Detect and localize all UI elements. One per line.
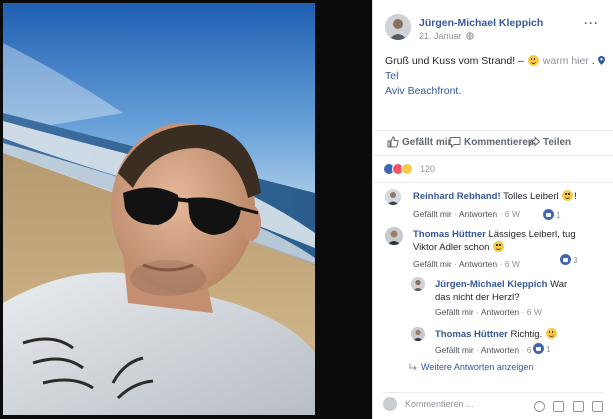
more-replies-link[interactable]: Weitere Antworten anzeigen xyxy=(409,362,533,372)
post-feeling: warm hier xyxy=(542,55,589,67)
comment-body: Thomas Hüttner Lässiges Leiberl, tug Vik… xyxy=(413,228,588,254)
separator: · xyxy=(454,259,457,269)
reply-text: Richtig. xyxy=(510,329,543,340)
location-pin-icon xyxy=(597,56,605,65)
gif-icon[interactable] xyxy=(572,401,584,412)
share-button[interactable]: Teilen xyxy=(528,136,571,148)
grin-emoji-icon xyxy=(562,190,574,201)
sticker-icon[interactable] xyxy=(592,401,603,412)
reply-author[interactable]: Jürgen-Michael Kleppich xyxy=(435,279,547,290)
reply-like-link[interactable]: Gefällt mir xyxy=(435,307,474,317)
more-replies-label: Weitere Antworten anzeigen xyxy=(421,362,534,372)
comment-author[interactable]: Reinhard Rebhand! xyxy=(413,191,501,202)
comment-text: Tolles Leiberl xyxy=(503,191,559,202)
post-actions-bar: Gefällt mir Kommentieren Teilen xyxy=(373,130,613,156)
grin-emoji-icon xyxy=(493,241,505,252)
post-location-link[interactable]: Tel Aviv Beachfront. xyxy=(385,70,461,97)
thumbs-up-icon xyxy=(387,136,399,148)
post-photo[interactable] xyxy=(3,3,315,415)
reply-age: 6 W xyxy=(526,307,542,317)
comment-item: Reinhard Rebhand! Tolles Leiberl ! Gefäl… xyxy=(385,189,605,225)
emoji-picker-icon[interactable] xyxy=(533,401,545,412)
reply-reply-link[interactable]: Antworten xyxy=(481,345,519,355)
reply-author[interactable]: Thomas Hüttner xyxy=(435,329,508,340)
reply-reply-link[interactable]: Antworten xyxy=(481,307,519,317)
like-button[interactable]: Gefällt mir xyxy=(387,136,451,148)
author-name[interactable]: Jürgen-Michael Kleppich xyxy=(419,17,543,29)
thumbs-up-icon xyxy=(543,209,554,220)
like-label: Gefällt mir xyxy=(402,137,452,148)
reaction-count: 120 xyxy=(420,164,436,174)
share-arrow-icon xyxy=(528,136,541,147)
comment-age: 6 W xyxy=(504,259,520,269)
thumbs-up-icon xyxy=(560,254,571,265)
commenter-avatar[interactable] xyxy=(385,189,401,205)
beach-selfie-image xyxy=(3,3,315,415)
thumbs-up-icon xyxy=(533,343,544,354)
reply-body: Thomas Hüttner Richtig. xyxy=(435,328,585,341)
reply-like-link[interactable]: Gefällt mir xyxy=(435,345,474,355)
comment-label: Kommentieren xyxy=(464,137,535,148)
post-header: Jürgen-Michael Kleppich 21. Januar ··· xyxy=(385,14,603,46)
comment-button[interactable]: Kommentieren xyxy=(449,136,535,149)
comment-like-number: 3 xyxy=(573,256,578,265)
comment-input[interactable] xyxy=(405,396,515,412)
share-label: Teilen xyxy=(543,137,572,148)
more-options-icon[interactable]: ··· xyxy=(584,16,599,30)
comment-item: Thomas Hüttner Lässiges Leiberl, tug Vik… xyxy=(385,227,605,271)
comment-links: Gefällt mir · Antworten · 6 W xyxy=(413,259,520,269)
post-panel: Jürgen-Michael Kleppich 21. Januar ··· G… xyxy=(372,0,613,419)
post-message: Gruß und Kuss vom Strand! – xyxy=(385,55,524,67)
comment-reply-link[interactable]: Antworten xyxy=(459,259,497,269)
grin-emoji-icon xyxy=(545,328,557,339)
commenter-avatar[interactable] xyxy=(385,227,403,245)
replier-avatar[interactable] xyxy=(411,277,425,291)
composer-tools xyxy=(530,399,603,412)
reply-body: Jürgen-Michael Kleppich War das nicht de… xyxy=(435,278,585,304)
reply-links: Gefällt mir · Antworten · 6 W xyxy=(435,307,542,317)
separator: · xyxy=(499,259,503,269)
comment-like-link[interactable]: Gefällt mir xyxy=(413,259,452,269)
reply-item: Jürgen-Michael Kleppich War das nicht de… xyxy=(411,277,606,317)
comment-composer xyxy=(383,392,603,412)
reply-links: Gefällt mir · Antworten · 6 W xyxy=(435,345,542,355)
viewer-avatar xyxy=(383,397,397,411)
comment-like-link[interactable]: Gefällt mir xyxy=(413,209,452,219)
separator: · xyxy=(521,345,525,355)
separator: · xyxy=(521,307,525,317)
reply-arrow-icon xyxy=(409,363,417,371)
haha-reaction-icon xyxy=(401,163,413,175)
photo-viewer xyxy=(0,0,372,419)
comment-like-count[interactable]: 3 xyxy=(560,254,578,265)
smiley-icon xyxy=(527,55,539,66)
comment-like-count[interactable]: 1 xyxy=(543,209,561,220)
separator: · xyxy=(476,307,479,317)
separator: · xyxy=(499,209,503,219)
separator: · xyxy=(476,345,479,355)
location-separator: . xyxy=(591,55,595,67)
location-part-1: Tel xyxy=(385,70,399,82)
globe-icon xyxy=(464,31,474,41)
location-part-2: Aviv Beachfront. xyxy=(385,85,462,97)
comments-section: Reinhard Rebhand! Tolles Leiberl ! Gefäl… xyxy=(373,182,613,382)
camera-icon[interactable] xyxy=(553,401,565,412)
comment-body: Reinhard Rebhand! Tolles Leiberl ! xyxy=(413,190,577,202)
comment-author[interactable]: Thomas Hüttner xyxy=(413,229,486,240)
replier-avatar[interactable] xyxy=(411,327,425,341)
reply-like-number: 1 xyxy=(546,345,551,354)
comment-age: 6 W xyxy=(504,209,520,219)
comment-links: Gefällt mir · Antworten · 6 W xyxy=(413,209,520,219)
separator: · xyxy=(454,209,457,219)
comment-like-number: 1 xyxy=(556,211,561,220)
comment-icon xyxy=(449,137,461,149)
post-date-text[interactable]: 21. Januar xyxy=(419,31,462,41)
post-text: Gruß und Kuss vom Strand! – warm hier . … xyxy=(385,54,607,99)
comment-reply-link[interactable]: Antworten xyxy=(459,209,497,219)
author-avatar[interactable] xyxy=(385,14,411,40)
post-date: 21. Januar xyxy=(419,31,474,41)
reply-item: Thomas Hüttner Richtig. Gefällt mir · An… xyxy=(411,327,606,357)
reply-like-count[interactable]: 1 xyxy=(533,343,551,354)
